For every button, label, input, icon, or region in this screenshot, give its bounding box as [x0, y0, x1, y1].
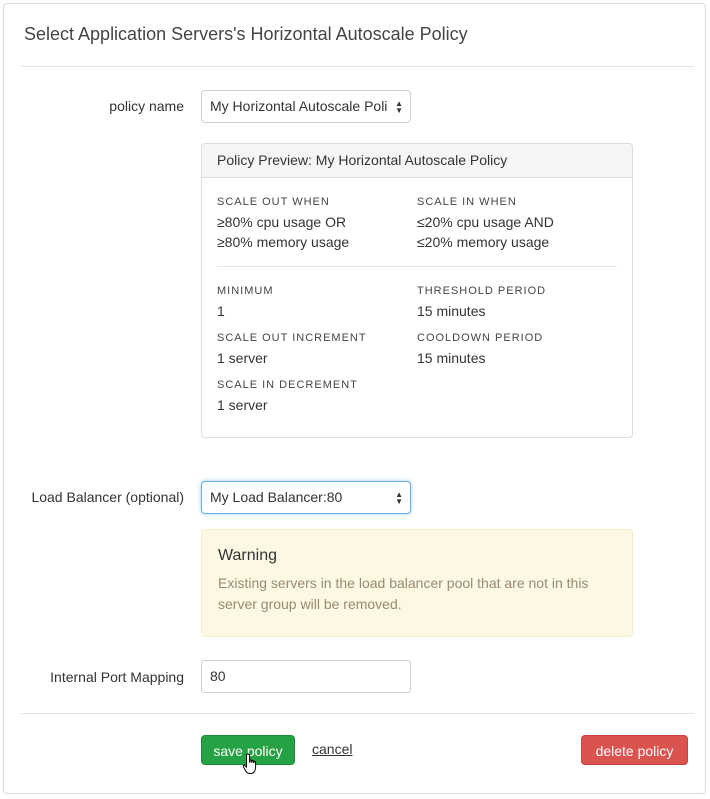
up-down-arrows-icon: ▲ ▼ [395, 99, 403, 115]
cooldown-period-label: COOLDOWN PERIOD [417, 332, 544, 344]
load-balancer-select[interactable]: My Load Balancer:80 ▲ ▼ [201, 481, 411, 514]
minimum-value: 1 [217, 303, 225, 319]
load-balancer-value: My Load Balancer:80 [210, 489, 343, 505]
warning-alert: Warning Existing servers in the load bal… [201, 529, 633, 637]
port-mapping-input[interactable]: 80 [201, 660, 411, 693]
autoscale-policy-panel: Select Application Servers's Horizontal … [3, 3, 706, 794]
policy-name-select[interactable]: My Horizontal Autoscale Poli ▲ ▼ [201, 90, 411, 123]
load-balancer-label: Load Balancer (optional) [31, 489, 184, 505]
cancel-link[interactable]: cancel [312, 741, 352, 757]
scale-out-increment-value: 1 server [217, 350, 268, 366]
preview-divider [217, 266, 617, 267]
threshold-period-label: THRESHOLD PERIOD [417, 285, 547, 297]
scale-in-line1: ≤20% cpu usage AND [417, 214, 554, 230]
warning-title: Warning [218, 547, 277, 564]
cooldown-period-value: 15 minutes [417, 350, 486, 366]
scale-out-increment-label: SCALE OUT INCREMENT [217, 332, 367, 344]
header-divider [21, 66, 694, 67]
policy-preview-card: Policy Preview: My Horizontal Autoscale … [201, 143, 633, 438]
policy-name-value: My Horizontal Autoscale Poli [210, 98, 388, 114]
threshold-period-value: 15 minutes [417, 303, 486, 319]
policy-preview-header: Policy Preview: My Horizontal Autoscale … [202, 144, 632, 178]
scale-out-line1: ≥80% cpu usage OR [217, 214, 347, 230]
delete-policy-button[interactable]: delete policy [581, 735, 688, 765]
port-mapping-label: Internal Port Mapping [50, 669, 184, 685]
policy-name-label: policy name [109, 98, 184, 114]
warning-body: Existing servers in the load balancer po… [218, 575, 589, 612]
up-down-arrows-icon: ▲ ▼ [395, 490, 403, 506]
scale-out-line2: ≥80% memory usage [217, 234, 350, 250]
scale-in-decrement-value: 1 server [217, 397, 268, 413]
scale-out-when-label: SCALE OUT WHEN [217, 196, 330, 208]
footer-divider [21, 713, 694, 714]
scale-in-when-label: SCALE IN WHEN [417, 196, 517, 208]
scale-in-decrement-label: SCALE IN DECREMENT [217, 379, 358, 391]
minimum-label: MINIMUM [217, 285, 274, 297]
hand-pointer-icon [242, 753, 257, 774]
dialog-title: Select Application Servers's Horizontal … [24, 24, 468, 44]
scale-in-line2: ≤20% memory usage [417, 234, 550, 250]
